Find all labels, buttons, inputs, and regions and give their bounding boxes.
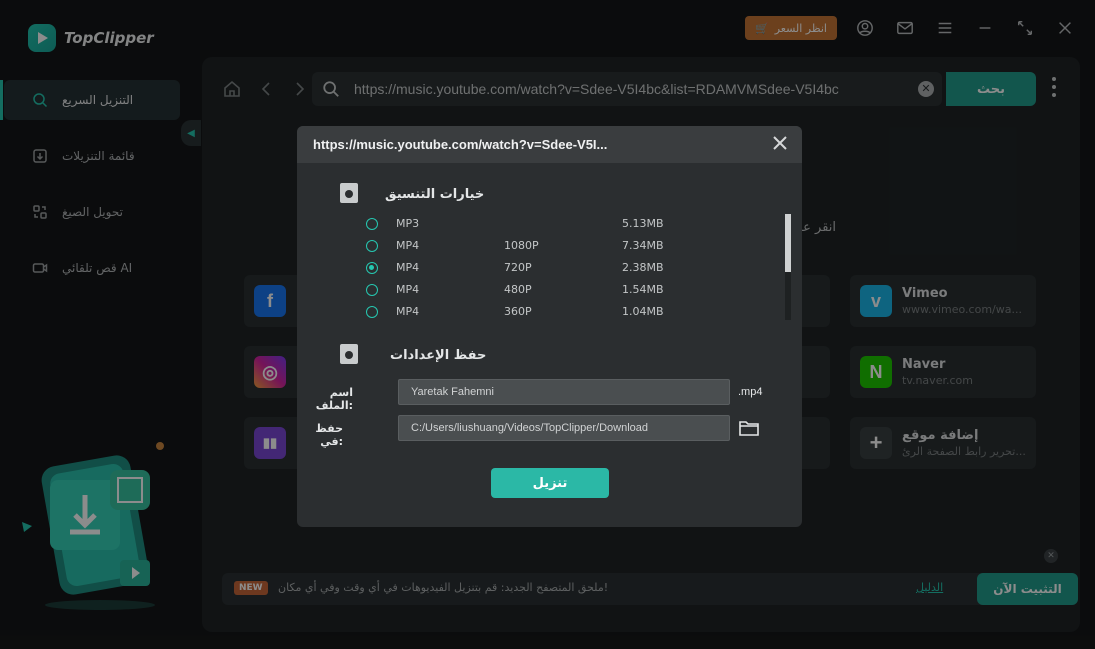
format-size: 1.04MB (622, 305, 664, 318)
format-radio[interactable] (366, 306, 378, 318)
format-option[interactable]: MP4 360P 1.04MB (363, 302, 693, 322)
format-option[interactable]: MP4 480P 1.54MB (363, 280, 693, 300)
format-quality: 1080P (504, 239, 539, 252)
scroll-thumb[interactable] (785, 214, 791, 272)
format-type: MP3 (396, 217, 420, 230)
settings-file-icon (340, 344, 358, 364)
format-option[interactable]: MP3 5.13MB (363, 214, 693, 234)
format-quality: 360P (504, 305, 532, 318)
filename-label: اسم الملف: (315, 386, 353, 412)
format-section-title: خيارات التنسيق (385, 187, 485, 202)
format-quality: 480P (504, 283, 532, 296)
format-option[interactable]: MP4 1080P 7.34MB (363, 236, 693, 256)
close-dialog-icon[interactable] (772, 135, 790, 153)
dialog-title: https://music.youtube.com/watch?v=Sdee-V… (297, 126, 802, 163)
format-size: 2.38MB (622, 261, 664, 274)
folder-icon[interactable] (738, 418, 760, 442)
format-scrollbar[interactable] (785, 214, 791, 320)
format-size: 7.34MB (622, 239, 664, 252)
format-option-selected[interactable]: MP4 720P 2.38MB (363, 258, 693, 278)
format-radio[interactable] (366, 240, 378, 252)
format-size: 5.13MB (622, 217, 664, 230)
format-file-icon (340, 183, 358, 203)
format-radio[interactable] (366, 218, 378, 230)
format-quality: 720P (504, 261, 532, 274)
format-radio-checked[interactable] (366, 262, 378, 274)
save-in-label: حفظ في: (315, 422, 343, 448)
save-path-input[interactable]: C:/Users/liushuang/Videos/TopClipper/Dow… (398, 415, 730, 441)
format-type: MP4 (396, 239, 420, 252)
filename-input[interactable]: Yaretak Fahemni (398, 379, 730, 405)
download-options-dialog: https://music.youtube.com/watch?v=Sdee-V… (297, 126, 802, 527)
file-extension: .mp4 (738, 386, 763, 398)
format-type: MP4 (396, 261, 420, 274)
format-radio[interactable] (366, 284, 378, 296)
download-button[interactable]: تنزيل (491, 468, 609, 498)
format-type: MP4 (396, 283, 420, 296)
format-list: MP3 5.13MB MP4 1080P 7.34MB MP4 720P 2.3… (363, 214, 787, 324)
format-size: 1.54MB (622, 283, 664, 296)
format-type: MP4 (396, 305, 420, 318)
save-section-title: حفظ الإعدادات (390, 348, 487, 363)
